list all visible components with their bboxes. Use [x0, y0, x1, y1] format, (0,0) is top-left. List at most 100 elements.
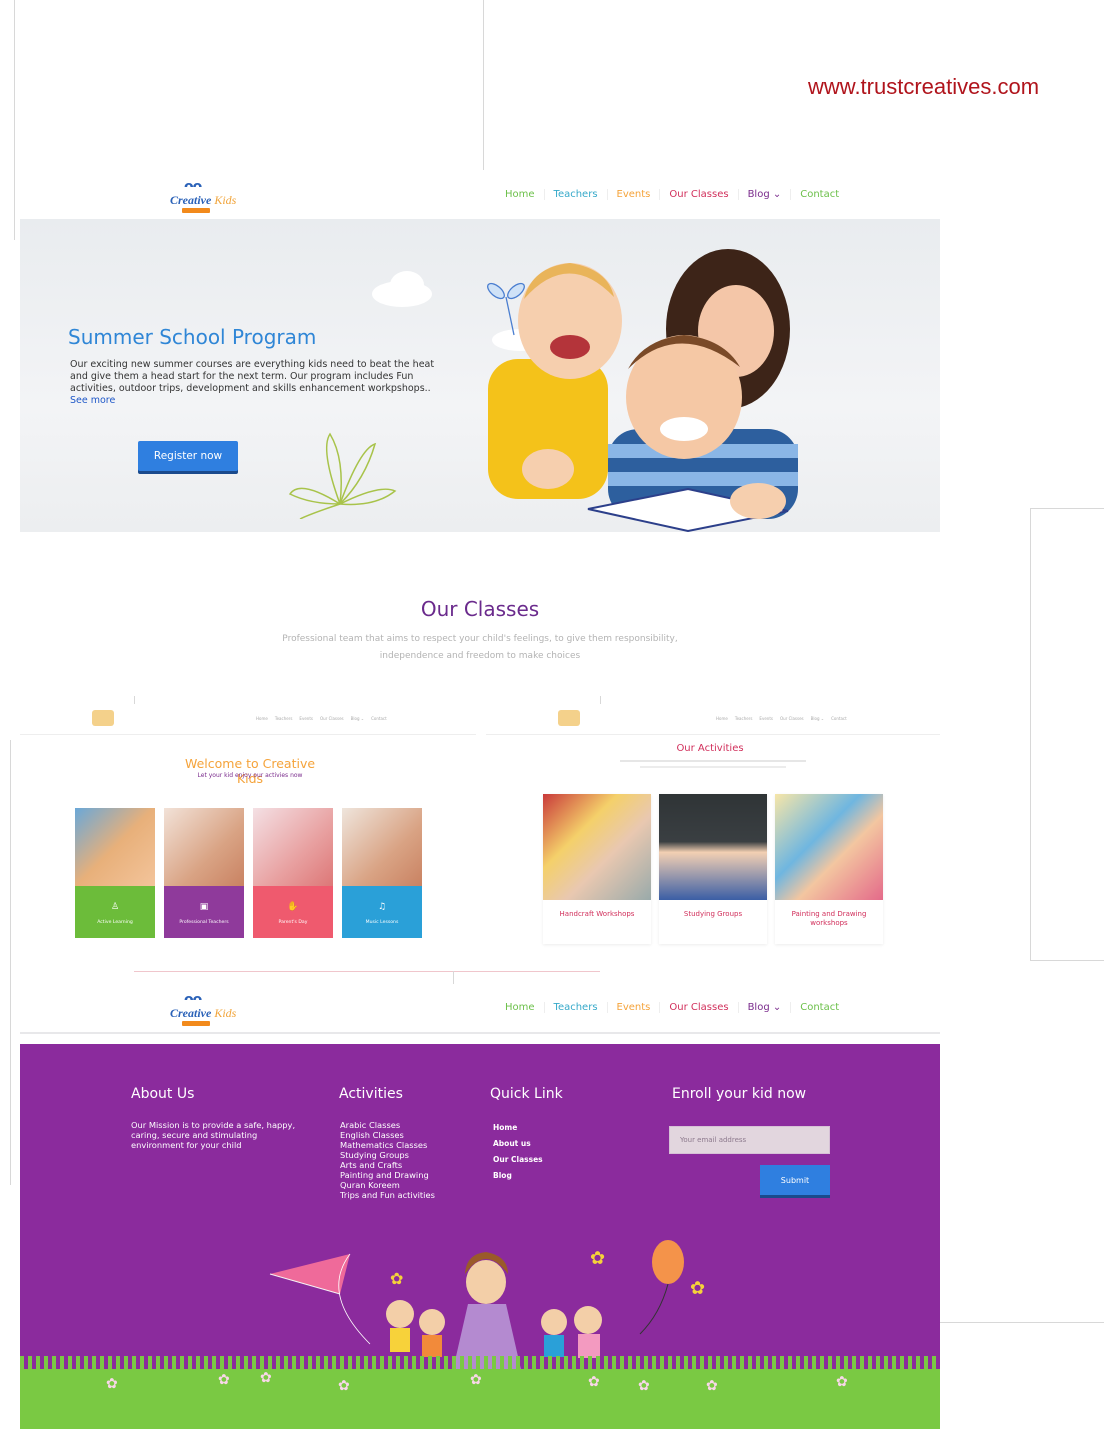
nav-events[interactable]: Events [608, 1002, 661, 1013]
feature-card[interactable]: ♫ Music Lessons [342, 808, 422, 938]
frame-line [483, 0, 484, 170]
card-bottom [75, 886, 155, 938]
kids-photo [488, 239, 808, 532]
welcome-title: Welcome to Creative Kids [184, 756, 316, 786]
about-us-title: About Us [131, 1086, 195, 1102]
flower-icon: ✿ [260, 1370, 272, 1386]
mini-navbar-right: Home Teachers Events Our Classes Blog ⌄ Conta… [486, 704, 940, 735]
card-label: Music Lessons [365, 920, 399, 925]
card-bottom [253, 886, 333, 938]
logo-text: Creative Kids [170, 1006, 236, 1021]
submit-button[interactable]: Submit [760, 1165, 830, 1195]
nav-contact[interactable]: Contact [791, 1002, 848, 1013]
nav-links: Home Teachers Events Our Classes Blog ⌄ … [496, 1002, 848, 1013]
quick-link-home[interactable]: Home [493, 1120, 543, 1136]
email-field[interactable]: Your email address [669, 1126, 830, 1154]
hand-icon: ✋ [287, 902, 299, 912]
flower-icon: ✿ [836, 1374, 848, 1390]
nav-teachers[interactable]: Teachers [545, 189, 608, 200]
activity-label: Studying Groups [683, 910, 743, 918]
feature-card[interactable]: ▣ Professional Teachers [164, 808, 244, 938]
hero-description: Our exciting new summer courses are ever… [70, 359, 435, 394]
card-photo [164, 808, 244, 886]
nav-our-classes[interactable]: Our Classes [660, 1002, 739, 1013]
nav-blog[interactable]: Blog ⌄ [739, 1002, 792, 1013]
flower-icon: ✿ [706, 1378, 718, 1394]
activity-card[interactable]: Painting and Drawing workshops [775, 794, 883, 944]
quick-link-blog[interactable]: Blog [493, 1168, 543, 1184]
mini-nav-link: Contact [371, 716, 387, 721]
flower-icon: ✿ [588, 1374, 600, 1390]
activity-link[interactable]: Painting and Drawing [340, 1170, 480, 1180]
logo-word-creative: Creative [170, 193, 212, 207]
nav-our-classes[interactable]: Our Classes [660, 189, 739, 200]
divider [134, 971, 600, 972]
hero-text: Our exciting new summer courses are ever… [70, 359, 450, 407]
kids-photo-art [488, 249, 798, 532]
flower-icon: ✿ [638, 1378, 650, 1394]
nav-links: Home Teachers Events Our Classes Blog ⌄ … [496, 189, 848, 200]
activity-photo [659, 794, 767, 900]
frame-line [10, 740, 11, 1185]
feature-card[interactable]: ✋ Parent's Day [253, 808, 333, 938]
mini-nav-link: Events [299, 716, 313, 721]
svg-text:✿: ✿ [690, 1278, 705, 1299]
nav-events[interactable]: Events [608, 189, 661, 200]
quick-link-about[interactable]: About us [493, 1136, 543, 1152]
hero-banner: Summer School Program Our exciting new s… [20, 219, 940, 532]
activity-link[interactable]: English Classes [340, 1130, 480, 1140]
svg-text:✿: ✿ [390, 1269, 403, 1288]
mini-navbar-left: Home Teachers Events Our Classes Blog ⌄ Conta… [20, 704, 476, 735]
mini-nav-links: Home Teachers Events Our Classes Blog ⌄ Conta… [256, 716, 387, 721]
activity-link[interactable]: Trips and Fun activities [340, 1190, 480, 1200]
logo[interactable]: ᴖᴖ Creative Kids [170, 992, 236, 1028]
nav-teachers[interactable]: Teachers [545, 1002, 608, 1013]
mini-nav-links: Home Teachers Events Our Classes Blog ⌄ Conta… [716, 716, 847, 721]
activity-link[interactable]: Mathematics Classes [340, 1140, 480, 1150]
logo-text: Creative Kids [170, 193, 236, 208]
register-now-button[interactable]: Register now [138, 441, 238, 471]
activity-photo [775, 794, 883, 900]
nav-home[interactable]: Home [496, 1002, 545, 1013]
teacher-icon: ▣ [199, 902, 209, 912]
watermark: www.trustcreatives.com [808, 74, 1040, 99]
activity-card[interactable]: Handcraft Workshops [543, 794, 651, 944]
nav-contact[interactable]: Contact [791, 189, 848, 200]
activity-link[interactable]: Arabic Classes [340, 1120, 480, 1130]
logo[interactable]: ᴖᴖ Creative Kids [170, 179, 236, 215]
nav-blog[interactable]: Blog ⌄ [739, 189, 792, 200]
mini-nav-link: Our Classes [319, 716, 344, 721]
activity-label: Handcraft Workshops [559, 910, 635, 918]
logo-word-creative: Creative [170, 1006, 212, 1020]
logo-word-kids: Kids [214, 193, 237, 207]
logo-tag [182, 1021, 210, 1026]
our-classes-subtitle: Professional team that aims to respect y… [282, 634, 678, 661]
frame-line [1030, 508, 1031, 960]
blocks-icon: ♙ [110, 902, 120, 912]
footer: About Us Our Mission is to provide a saf… [20, 1044, 940, 1429]
quick-link-classes[interactable]: Our Classes [493, 1152, 543, 1168]
card-label: Parent's Day [278, 920, 308, 925]
activity-link[interactable]: Quran Koreem [340, 1180, 480, 1190]
mini-nav-link: Contact [831, 716, 847, 721]
flower-icon: ✿ [338, 1378, 350, 1394]
activities-footer-title: Activities [339, 1086, 403, 1102]
hero-title: Summer School Program [68, 325, 317, 349]
frame-line [940, 1322, 1104, 1323]
mini-nav-link: Blog ⌄ [350, 716, 365, 721]
mini-nav-link: Events [759, 716, 773, 721]
activities-title: Our Activities [676, 743, 744, 754]
activity-card[interactable]: Studying Groups [659, 794, 767, 944]
nav-home[interactable]: Home [496, 189, 545, 200]
activity-link[interactable]: Arts and Crafts [340, 1160, 480, 1170]
mini-nav-link: Our Classes [779, 716, 804, 721]
activity-link[interactable]: Studying Groups [340, 1150, 480, 1160]
our-classes-title: Our Classes [420, 597, 540, 621]
music-icon: ♫ [377, 902, 387, 912]
mini-nav-link: Blog ⌄ [810, 716, 825, 721]
feature-card[interactable]: ♙ Active Learning [75, 808, 155, 938]
frame-line [453, 971, 454, 985]
frame-line [14, 0, 15, 240]
card-label: Professional Teachers [179, 920, 229, 925]
see-more-link[interactable]: See more [70, 395, 115, 406]
